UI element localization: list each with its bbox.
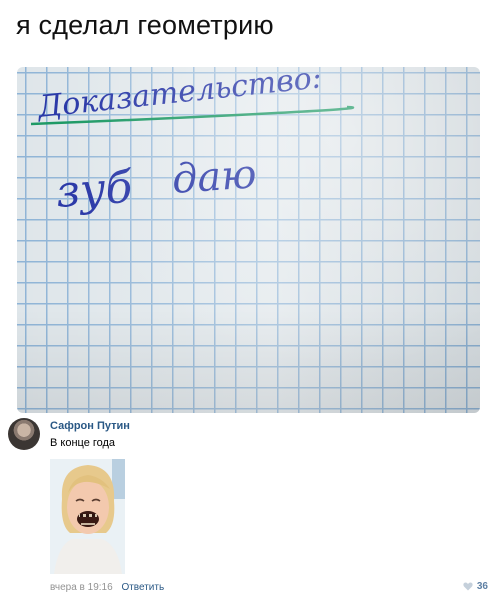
like-button[interactable]: 36 [463,581,488,592]
post-photo[interactable]: Доказательство: зуб даю [17,67,480,413]
post-title: я сделал геометрию [16,10,274,40]
reply-button[interactable]: Ответить [121,582,164,593]
handwriting-word-2: даю [170,151,257,203]
handwriting-word-1: зуб [54,162,134,218]
handwriting: Доказательство: зуб даю [30,67,355,218]
like-count: 36 [476,581,488,592]
comment-photo[interactable] [50,459,125,574]
handwriting-line-1: Доказательство: [34,67,323,125]
laughing-woman-photo [50,459,125,574]
heart-icon [463,582,473,591]
comment-text: В конце года [50,437,116,449]
comment-meta: вчера в 19:16 Ответить [50,582,164,593]
comment-timestamp[interactable]: вчера в 19:16 [50,582,113,593]
comment-author-link[interactable]: Сафрон Путин [50,420,130,432]
commenter-avatar[interactable] [8,418,40,450]
